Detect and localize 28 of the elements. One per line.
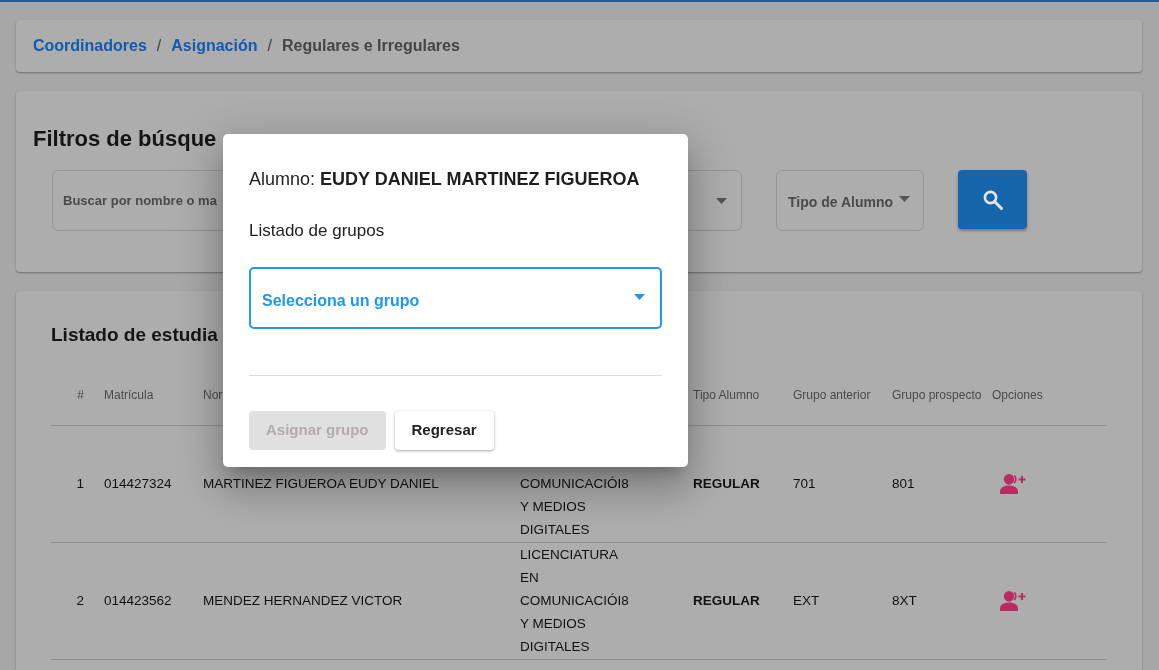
column-header: Grupo anterior — [793, 387, 871, 402]
table-cell: MENDEZ HERNANDEZ VICTOR — [203, 593, 403, 608]
table-cell: EXT — [793, 593, 820, 608]
column-header: Matrícula — [104, 387, 154, 402]
column-header: Tipo Alumno — [693, 387, 760, 402]
table-cell: 1 — [76, 476, 84, 491]
table-cell: 801 — [892, 476, 915, 491]
column-header: Nor — [203, 387, 223, 402]
column-header: Grupo prospecto — [892, 387, 982, 402]
table-cell: 014423562 — [104, 593, 172, 608]
table-cell-text: COMUNICACIÓI8 Y MEDIOS DIGITALES — [520, 474, 630, 539]
breadcrumb-separator: / — [267, 36, 272, 56]
student-type-value: REGULAR — [693, 476, 760, 491]
table-cell: MARTINEZ FIGUEROA EUDY DANIEL — [203, 476, 439, 491]
students-title: Listado de estudia — [51, 323, 218, 346]
breadcrumb-separator: / — [156, 36, 162, 56]
student-type-value: REGULAR — [693, 593, 760, 608]
table-cell-text: LICENCIATURA EN COMUNICACIÓI8 Y MEDIOS DIGITALES — [520, 545, 630, 656]
filters-title: Filtros de búsque — [33, 125, 217, 153]
column-header: # — [77, 387, 84, 402]
table-cell: 701 — [793, 476, 816, 491]
table-cell: 014427324 — [104, 476, 172, 491]
modal-title: Alumno: EUDY DANIEL MARTINEZ FIGUEROA — [249, 168, 640, 190]
table-cell: 8XT — [892, 593, 917, 608]
column-header: Opciones — [992, 387, 1043, 402]
breadcrumb-current: Regulares e Irregulares — [281, 36, 460, 56]
table-cell: 2 — [76, 593, 84, 608]
field-label: Listado de grupos — [249, 220, 385, 242]
